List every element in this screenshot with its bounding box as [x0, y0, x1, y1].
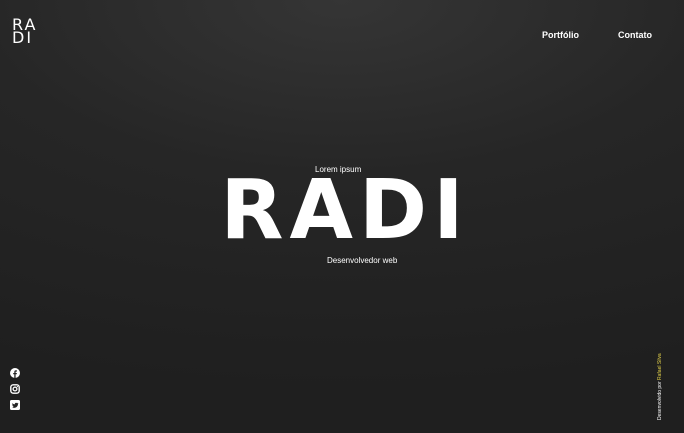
site-logo[interactable]: RA DI: [12, 17, 37, 46]
hero-subtitle: Desenvolvedor web: [327, 256, 398, 265]
social-links: [10, 365, 20, 410]
credit-name[interactable]: Rafael Silva: [657, 353, 663, 380]
nav-link-portfolio[interactable]: Portfólio: [542, 30, 579, 40]
nav-link-contato[interactable]: Contato: [618, 30, 652, 40]
instagram-icon[interactable]: [10, 381, 20, 394]
facebook-icon[interactable]: [10, 365, 20, 378]
hero-title: RADI: [220, 163, 470, 258]
main-nav: Portfólio Contato: [542, 30, 652, 40]
credit-prefix: Desenvolvido por: [657, 381, 663, 420]
footer-credit: Desenvolvido por Rafael Silva: [657, 353, 663, 420]
twitter-icon[interactable]: [10, 397, 20, 410]
